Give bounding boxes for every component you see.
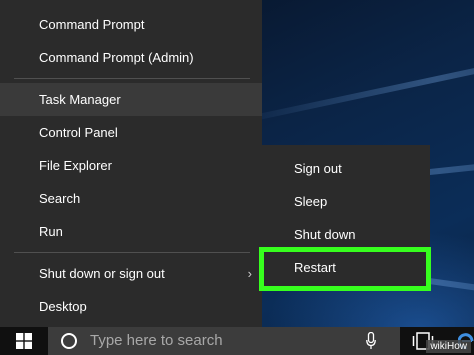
menu-item-command-prompt-admin[interactable]: Command Prompt (Admin) xyxy=(0,41,262,74)
menu-separator xyxy=(14,252,250,253)
restart-highlight-box xyxy=(259,247,431,291)
windows-logo-icon xyxy=(16,333,32,349)
menu-item-search[interactable]: Search xyxy=(0,182,262,215)
menu-item-run[interactable]: Run xyxy=(0,215,262,248)
submenu-item-sign-out[interactable]: Sign out xyxy=(260,152,430,185)
power-user-menu: Command Prompt Command Prompt (Admin) Ta… xyxy=(0,0,262,327)
menu-item-task-manager[interactable]: Task Manager xyxy=(0,83,262,116)
menu-item-control-panel[interactable]: Control Panel xyxy=(0,116,262,149)
wallpaper-light-beam xyxy=(229,32,474,126)
chevron-right-icon: › xyxy=(247,266,252,281)
menu-item-command-prompt[interactable]: Command Prompt xyxy=(0,8,262,41)
menu-item-desktop[interactable]: Desktop xyxy=(0,290,262,323)
menu-separator xyxy=(14,78,250,79)
start-button[interactable] xyxy=(0,327,48,355)
menu-item-shut-down-or-sign-out[interactable]: Shut down or sign out › xyxy=(0,257,262,290)
submenu-item-sleep[interactable]: Sleep xyxy=(260,185,430,218)
menu-item-label: Shut down or sign out xyxy=(39,266,165,281)
taskbar-search-box[interactable]: Type here to search xyxy=(48,327,400,355)
menu-item-file-explorer[interactable]: File Explorer xyxy=(0,149,262,182)
microphone-icon[interactable] xyxy=(366,332,376,350)
taskbar: Type here to search xyxy=(0,327,474,355)
search-placeholder: Type here to search xyxy=(90,332,223,349)
cortana-icon xyxy=(61,333,77,349)
wikihow-watermark: wikiHow xyxy=(426,340,471,353)
